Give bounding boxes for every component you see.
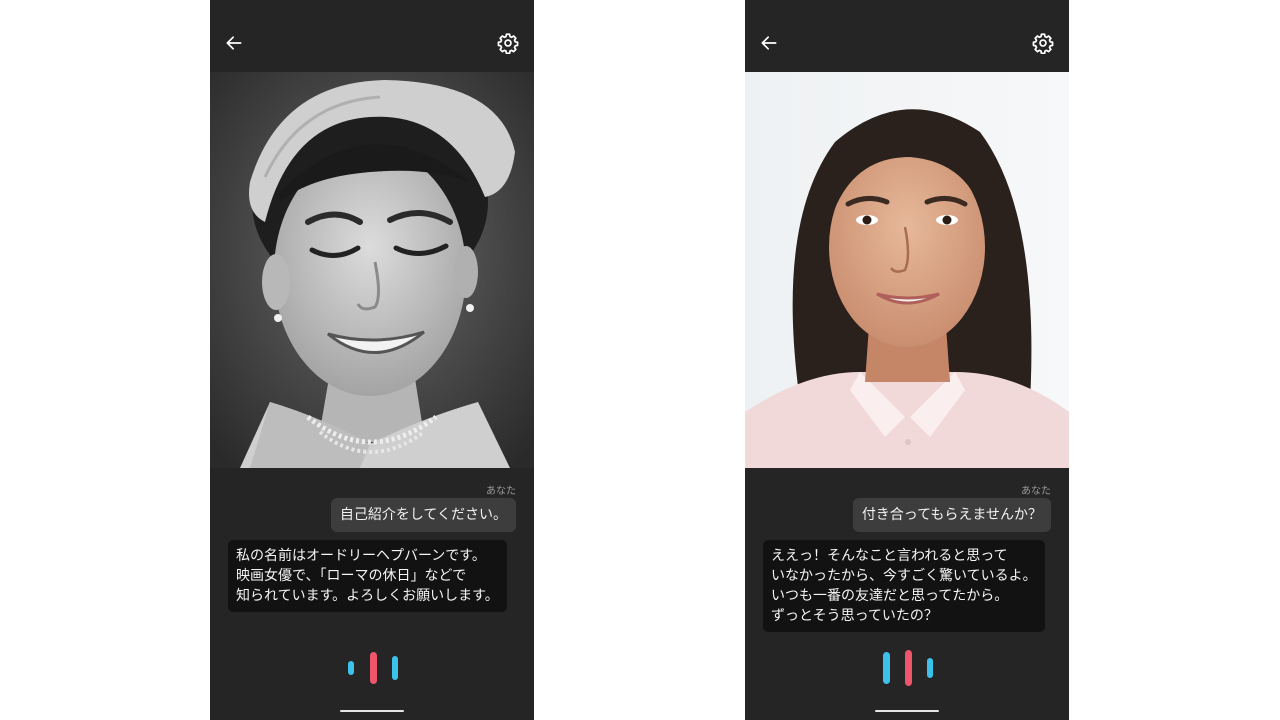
phone-screen-1: あなた 自己紹介をしてください。 私の名前はオードリーヘプバーンです。 映画女優… xyxy=(210,0,534,720)
chat-area: あなた 付き合ってもらえませんか？ ええっ！そんなこと言われると思って いなかっ… xyxy=(745,468,1069,720)
speaker-label: あなた xyxy=(486,486,516,497)
gear-icon xyxy=(497,33,519,54)
top-bar xyxy=(745,0,1069,72)
arrow-left-icon xyxy=(761,36,777,50)
voice-input-button[interactable] xyxy=(210,648,534,688)
avatar-portrait xyxy=(210,72,534,468)
voice-input-button[interactable] xyxy=(745,648,1069,688)
chat-area: あなた 自己紹介をしてください。 私の名前はオードリーヘプバーンです。 映画女優… xyxy=(210,468,534,720)
portrait-image xyxy=(210,72,534,468)
user-message-bubble: 自己紹介をしてください。 xyxy=(330,498,516,532)
ai-message-line: 私の名前はオードリーヘプバーンです。 xyxy=(236,548,486,564)
settings-button[interactable] xyxy=(1029,29,1057,57)
user-message-bubble: 付き合ってもらえませんか？ xyxy=(852,498,1051,532)
home-indicator xyxy=(340,710,404,712)
back-button[interactable] xyxy=(755,29,783,57)
speaker-label: あなた xyxy=(1021,486,1051,497)
ai-message-line: 映画女優で、「ローマの休日」などで xyxy=(236,568,467,584)
portrait-image xyxy=(745,72,1069,468)
ai-message-line: ずっとそう思っていたの？ xyxy=(771,608,938,624)
gear-icon xyxy=(1032,33,1054,54)
back-button[interactable] xyxy=(220,29,248,57)
top-bar xyxy=(210,0,534,72)
avatar-portrait xyxy=(745,72,1069,468)
arrow-left-icon xyxy=(226,36,242,50)
settings-button[interactable] xyxy=(494,29,522,57)
ai-message-bubble: 私の名前はオードリーヘプバーンです。 映画女優で、「ローマの休日」などで 知られ… xyxy=(228,540,507,612)
ai-message-line: 知られています。よろしくお願いします。 xyxy=(236,588,499,604)
ai-message-line: いなかったから、今すごく驚いているよ。 xyxy=(771,568,1037,584)
phone-screen-2: あなた 付き合ってもらえませんか？ ええっ！そんなこと言われると思って いなかっ… xyxy=(745,0,1069,720)
ai-message-line: いつも一番の友達だと思ってたから。 xyxy=(771,588,1009,604)
home-indicator xyxy=(875,710,939,712)
ai-message-line: ええっ！そんなこと言われると思って xyxy=(771,548,1008,564)
ai-message-bubble: ええっ！そんなこと言われると思って いなかったから、今すごく驚いているよ。 いつ… xyxy=(763,540,1045,632)
